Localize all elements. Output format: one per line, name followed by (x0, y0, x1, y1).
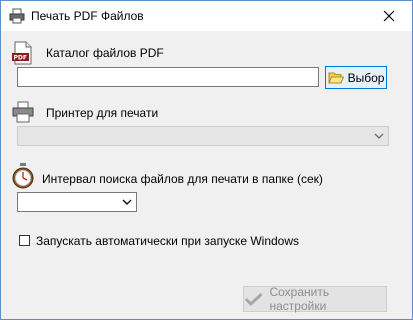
close-button[interactable] (366, 1, 412, 31)
save-settings-button[interactable]: Сохранить настройки (243, 285, 387, 313)
chevron-down-icon (122, 199, 132, 205)
stopwatch-icon (12, 163, 34, 189)
interval-dropdown[interactable] (17, 192, 137, 212)
checkmark-icon (244, 293, 263, 306)
pdf-folder-label: Каталог файлов PDF (46, 46, 164, 60)
folder-icon (327, 72, 344, 84)
printer-icon (9, 8, 25, 24)
printer-icon (12, 101, 34, 123)
pdf-folder-input[interactable] (17, 67, 319, 87)
browse-button[interactable]: Выбор (325, 66, 387, 89)
svg-text:PDF: PDF (14, 55, 27, 62)
pdf-file-icon: PDF (12, 41, 32, 65)
printer-label: Принтер для печати (46, 106, 159, 120)
chevron-down-icon (374, 133, 384, 139)
browse-label: Выбор (347, 70, 385, 85)
title-bar: Печать PDF Файлов (1, 1, 412, 31)
window-title: Печать PDF Файлов (31, 9, 144, 23)
app-window: Печать PDF Файлов PDF Каталог файлов PDF… (0, 0, 413, 320)
settings-panel: PDF Каталог файлов PDF Выбор Принтер для… (1, 31, 412, 319)
interval-label: Интервал поиска файлов для печати в папк… (42, 172, 323, 186)
save-settings-label: Сохранить настройки (269, 285, 330, 313)
close-icon (383, 10, 395, 22)
autostart-label[interactable]: Запускать автоматически при запуске Wind… (36, 234, 299, 248)
autostart-checkbox[interactable] (19, 235, 30, 246)
printer-dropdown[interactable] (17, 126, 389, 146)
